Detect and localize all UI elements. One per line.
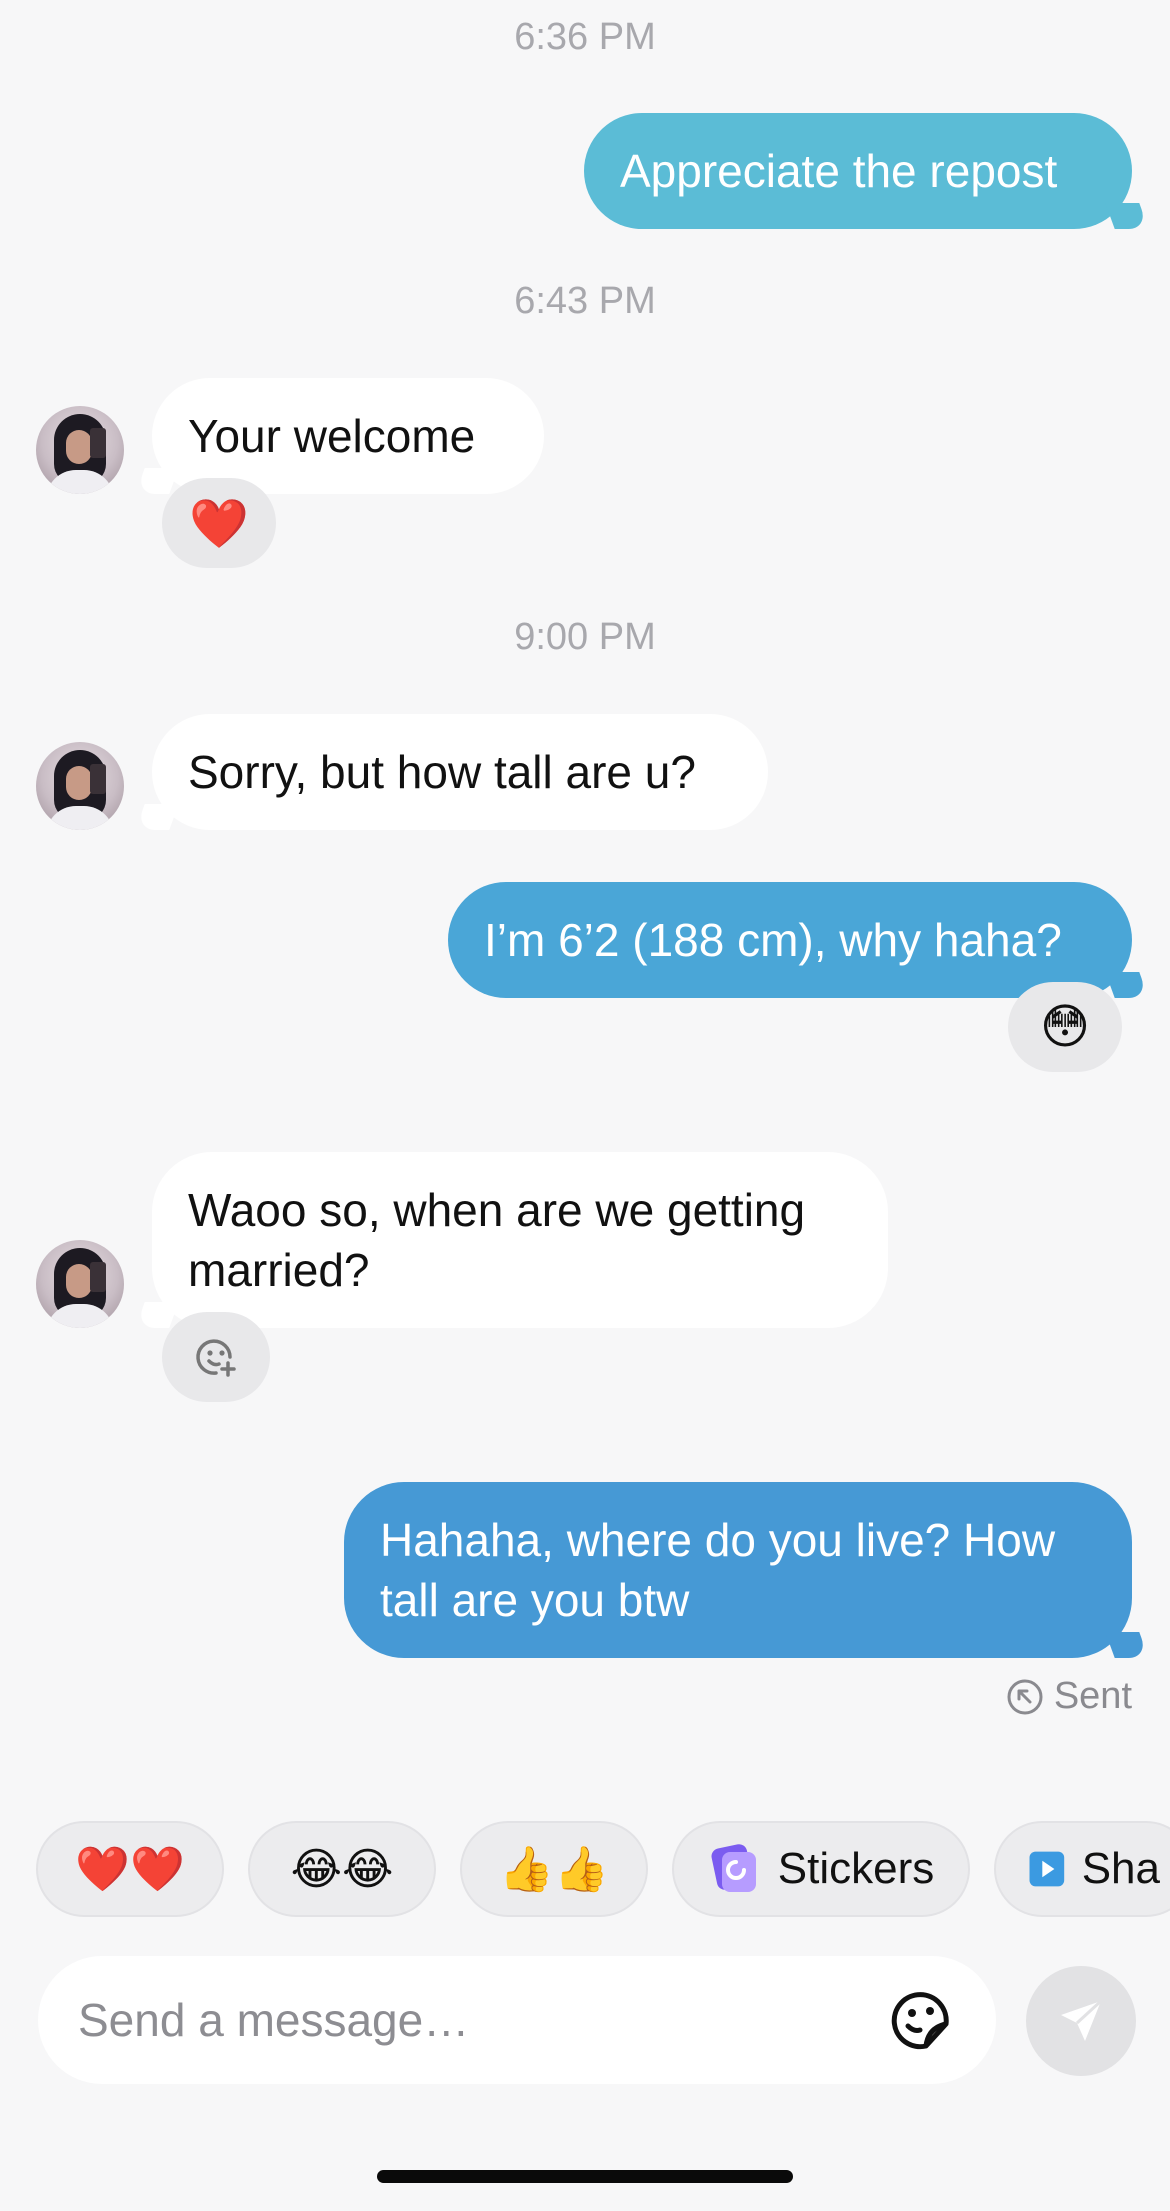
home-indicator	[377, 2170, 793, 2183]
bubble-tail	[135, 468, 179, 494]
message-text-line: Waoo so, when are we getting	[188, 1184, 806, 1236]
timestamp: 6:36 PM	[514, 16, 656, 58]
quick-reply-thumbs-up[interactable]: 👍👍	[460, 1821, 648, 1917]
send-button[interactable]	[1026, 1966, 1136, 2076]
message-bubble-outgoing[interactable]: Appreciate the repost	[584, 113, 1149, 229]
stickers-button[interactable]: Stickers	[672, 1821, 970, 1917]
message-text: Sorry, but how tall are u?	[188, 746, 696, 798]
message-bubble-incoming[interactable]: Sorry, but how tall are u?	[135, 714, 768, 830]
message-bubble-outgoing[interactable]: I’m 6’2 (188 cm), why haha?	[448, 882, 1149, 998]
bubble-tail	[135, 1302, 179, 1328]
send-icon	[1061, 1999, 1103, 2041]
message-text: I’m 6’2 (188 cm), why haha?	[484, 914, 1062, 966]
share-button[interactable]: Sha	[994, 1821, 1170, 1917]
bubble-tail	[1105, 1632, 1149, 1658]
chip-label: ❤️❤️	[75, 1845, 185, 1894]
message-bubble-incoming[interactable]: Waoo so, when are we getting married?	[135, 1152, 888, 1328]
message-text: Your welcome	[188, 410, 476, 462]
sent-label: Sent	[1053, 1675, 1132, 1717]
message-text: Appreciate the repost	[620, 145, 1058, 197]
message-text-line: tall are you btw	[380, 1574, 690, 1626]
message-text-line: Hahaha, where do you live? How	[380, 1514, 1056, 1566]
avatar[interactable]	[36, 406, 124, 494]
sticker-icon[interactable]	[886, 1984, 958, 2056]
chip-label: Stickers	[777, 1844, 935, 1893]
timestamp: 9:00 PM	[514, 616, 656, 658]
chip-label: Sha	[1081, 1844, 1160, 1893]
message-text-line: married?	[188, 1244, 370, 1296]
sent-arrow-icon	[1007, 1679, 1043, 1714]
quick-replies: ❤️❤️ 😂😂 👍👍 Stickers Sha	[36, 1821, 1170, 1917]
avatar[interactable]	[36, 742, 124, 830]
chip-label: 😂😂	[290, 1844, 394, 1894]
message-input[interactable]	[76, 1992, 886, 2048]
bubble-tail	[1105, 203, 1149, 229]
message-composer	[38, 1956, 996, 2084]
bubble-tail	[135, 804, 179, 830]
add-reaction-icon	[196, 1339, 236, 1377]
chip-label: 👍👍	[499, 1845, 609, 1894]
sent-status: Sent	[1006, 1675, 1132, 1718]
share-play-icon	[1029, 1851, 1065, 1887]
quick-reply-laughing[interactable]: 😂😂	[248, 1821, 436, 1917]
message-bubble-outgoing[interactable]: Hahaha, where do you live? How tall are …	[344, 1482, 1149, 1658]
reaction-badge[interactable]: 😳	[1008, 982, 1122, 1072]
stickers-icon	[711, 1844, 756, 1892]
add-reaction-button[interactable]	[162, 1312, 270, 1402]
reaction-badge[interactable]: ❤️	[162, 478, 276, 568]
timestamp: 6:43 PM	[514, 280, 656, 322]
bubble-tail	[1105, 972, 1149, 998]
quick-reply-hearts[interactable]: ❤️❤️	[36, 1821, 224, 1917]
avatar[interactable]	[36, 1240, 124, 1328]
message-bubble-incoming[interactable]: Your welcome	[135, 378, 544, 494]
